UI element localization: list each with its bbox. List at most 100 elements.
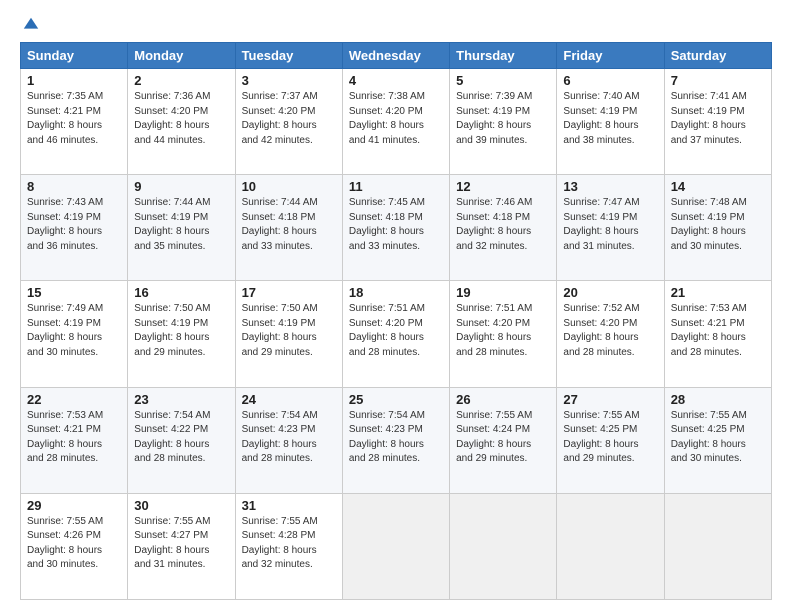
calendar-table: SundayMondayTuesdayWednesdayThursdayFrid… — [20, 42, 772, 600]
week-row-2: 8 Sunrise: 7:43 AMSunset: 4:19 PMDayligh… — [21, 175, 772, 281]
day-header-monday: Monday — [128, 43, 235, 69]
calendar-cell: 30 Sunrise: 7:55 AMSunset: 4:27 PMDaylig… — [128, 493, 235, 599]
day-header-thursday: Thursday — [450, 43, 557, 69]
day-info: Sunrise: 7:45 AMSunset: 4:18 PMDaylight:… — [349, 197, 425, 252]
day-info: Sunrise: 7:55 AMSunset: 4:28 PMDaylight:… — [242, 516, 318, 571]
calendar-cell: 7 Sunrise: 7:41 AMSunset: 4:19 PMDayligh… — [664, 69, 771, 175]
day-number: 17 — [242, 285, 336, 300]
day-header-tuesday: Tuesday — [235, 43, 342, 69]
calendar-cell: 6 Sunrise: 7:40 AMSunset: 4:19 PMDayligh… — [557, 69, 664, 175]
calendar-cell: 19 Sunrise: 7:51 AMSunset: 4:20 PMDaylig… — [450, 281, 557, 387]
day-header-wednesday: Wednesday — [342, 43, 449, 69]
calendar-cell: 1 Sunrise: 7:35 AMSunset: 4:21 PMDayligh… — [21, 69, 128, 175]
calendar-cell: 16 Sunrise: 7:50 AMSunset: 4:19 PMDaylig… — [128, 281, 235, 387]
day-number: 13 — [563, 179, 657, 194]
header — [20, 16, 772, 34]
day-info: Sunrise: 7:35 AMSunset: 4:21 PMDaylight:… — [27, 91, 103, 146]
calendar-cell: 20 Sunrise: 7:52 AMSunset: 4:20 PMDaylig… — [557, 281, 664, 387]
day-number: 1 — [27, 73, 121, 88]
day-info: Sunrise: 7:54 AMSunset: 4:22 PMDaylight:… — [134, 410, 210, 465]
day-header-saturday: Saturday — [664, 43, 771, 69]
day-info: Sunrise: 7:54 AMSunset: 4:23 PMDaylight:… — [242, 410, 318, 465]
day-number: 16 — [134, 285, 228, 300]
day-number: 22 — [27, 392, 121, 407]
day-number: 30 — [134, 498, 228, 513]
day-number: 24 — [242, 392, 336, 407]
calendar-cell: 8 Sunrise: 7:43 AMSunset: 4:19 PMDayligh… — [21, 175, 128, 281]
day-info: Sunrise: 7:55 AMSunset: 4:27 PMDaylight:… — [134, 516, 210, 571]
day-info: Sunrise: 7:52 AMSunset: 4:20 PMDaylight:… — [563, 303, 639, 358]
day-number: 19 — [456, 285, 550, 300]
day-info: Sunrise: 7:55 AMSunset: 4:25 PMDaylight:… — [671, 410, 747, 465]
day-info: Sunrise: 7:44 AMSunset: 4:18 PMDaylight:… — [242, 197, 318, 252]
calendar-cell: 22 Sunrise: 7:53 AMSunset: 4:21 PMDaylig… — [21, 387, 128, 493]
calendar-cell: 31 Sunrise: 7:55 AMSunset: 4:28 PMDaylig… — [235, 493, 342, 599]
day-number: 31 — [242, 498, 336, 513]
logo-icon — [22, 16, 40, 34]
day-info: Sunrise: 7:53 AMSunset: 4:21 PMDaylight:… — [671, 303, 747, 358]
day-number: 21 — [671, 285, 765, 300]
logo — [20, 16, 40, 34]
week-row-1: 1 Sunrise: 7:35 AMSunset: 4:21 PMDayligh… — [21, 69, 772, 175]
calendar-cell: 24 Sunrise: 7:54 AMSunset: 4:23 PMDaylig… — [235, 387, 342, 493]
calendar-cell — [664, 493, 771, 599]
calendar-cell: 29 Sunrise: 7:55 AMSunset: 4:26 PMDaylig… — [21, 493, 128, 599]
calendar-cell: 5 Sunrise: 7:39 AMSunset: 4:19 PMDayligh… — [450, 69, 557, 175]
week-row-5: 29 Sunrise: 7:55 AMSunset: 4:26 PMDaylig… — [21, 493, 772, 599]
day-number: 28 — [671, 392, 765, 407]
calendar-cell: 4 Sunrise: 7:38 AMSunset: 4:20 PMDayligh… — [342, 69, 449, 175]
day-number: 11 — [349, 179, 443, 194]
day-info: Sunrise: 7:38 AMSunset: 4:20 PMDaylight:… — [349, 91, 425, 146]
calendar-cell: 2 Sunrise: 7:36 AMSunset: 4:20 PMDayligh… — [128, 69, 235, 175]
calendar-cell — [450, 493, 557, 599]
calendar-cell: 11 Sunrise: 7:45 AMSunset: 4:18 PMDaylig… — [342, 175, 449, 281]
day-number: 20 — [563, 285, 657, 300]
day-number: 6 — [563, 73, 657, 88]
day-number: 26 — [456, 392, 550, 407]
calendar-cell: 12 Sunrise: 7:46 AMSunset: 4:18 PMDaylig… — [450, 175, 557, 281]
day-info: Sunrise: 7:51 AMSunset: 4:20 PMDaylight:… — [456, 303, 532, 358]
day-number: 5 — [456, 73, 550, 88]
day-number: 27 — [563, 392, 657, 407]
day-info: Sunrise: 7:51 AMSunset: 4:20 PMDaylight:… — [349, 303, 425, 358]
day-number: 12 — [456, 179, 550, 194]
day-number: 8 — [27, 179, 121, 194]
day-number: 29 — [27, 498, 121, 513]
day-info: Sunrise: 7:39 AMSunset: 4:19 PMDaylight:… — [456, 91, 532, 146]
day-number: 14 — [671, 179, 765, 194]
day-header-sunday: Sunday — [21, 43, 128, 69]
day-info: Sunrise: 7:55 AMSunset: 4:24 PMDaylight:… — [456, 410, 532, 465]
calendar-cell: 21 Sunrise: 7:53 AMSunset: 4:21 PMDaylig… — [664, 281, 771, 387]
day-number: 4 — [349, 73, 443, 88]
calendar-page: SundayMondayTuesdayWednesdayThursdayFrid… — [0, 0, 792, 612]
week-row-3: 15 Sunrise: 7:49 AMSunset: 4:19 PMDaylig… — [21, 281, 772, 387]
day-info: Sunrise: 7:44 AMSunset: 4:19 PMDaylight:… — [134, 197, 210, 252]
calendar-cell: 18 Sunrise: 7:51 AMSunset: 4:20 PMDaylig… — [342, 281, 449, 387]
day-info: Sunrise: 7:50 AMSunset: 4:19 PMDaylight:… — [242, 303, 318, 358]
day-info: Sunrise: 7:40 AMSunset: 4:19 PMDaylight:… — [563, 91, 639, 146]
day-info: Sunrise: 7:55 AMSunset: 4:25 PMDaylight:… — [563, 410, 639, 465]
day-number: 9 — [134, 179, 228, 194]
calendar-cell: 15 Sunrise: 7:49 AMSunset: 4:19 PMDaylig… — [21, 281, 128, 387]
day-info: Sunrise: 7:43 AMSunset: 4:19 PMDaylight:… — [27, 197, 103, 252]
day-header-friday: Friday — [557, 43, 664, 69]
day-info: Sunrise: 7:47 AMSunset: 4:19 PMDaylight:… — [563, 197, 639, 252]
calendar-cell: 27 Sunrise: 7:55 AMSunset: 4:25 PMDaylig… — [557, 387, 664, 493]
calendar-cell: 14 Sunrise: 7:48 AMSunset: 4:19 PMDaylig… — [664, 175, 771, 281]
calendar-cell: 25 Sunrise: 7:54 AMSunset: 4:23 PMDaylig… — [342, 387, 449, 493]
calendar-cell: 17 Sunrise: 7:50 AMSunset: 4:19 PMDaylig… — [235, 281, 342, 387]
day-number: 18 — [349, 285, 443, 300]
day-number: 3 — [242, 73, 336, 88]
day-number: 10 — [242, 179, 336, 194]
day-number: 23 — [134, 392, 228, 407]
day-info: Sunrise: 7:48 AMSunset: 4:19 PMDaylight:… — [671, 197, 747, 252]
calendar-cell — [342, 493, 449, 599]
calendar-cell — [557, 493, 664, 599]
day-info: Sunrise: 7:54 AMSunset: 4:23 PMDaylight:… — [349, 410, 425, 465]
day-info: Sunrise: 7:53 AMSunset: 4:21 PMDaylight:… — [27, 410, 103, 465]
day-number: 7 — [671, 73, 765, 88]
header-row: SundayMondayTuesdayWednesdayThursdayFrid… — [21, 43, 772, 69]
day-info: Sunrise: 7:49 AMSunset: 4:19 PMDaylight:… — [27, 303, 103, 358]
day-number: 25 — [349, 392, 443, 407]
calendar-cell: 13 Sunrise: 7:47 AMSunset: 4:19 PMDaylig… — [557, 175, 664, 281]
